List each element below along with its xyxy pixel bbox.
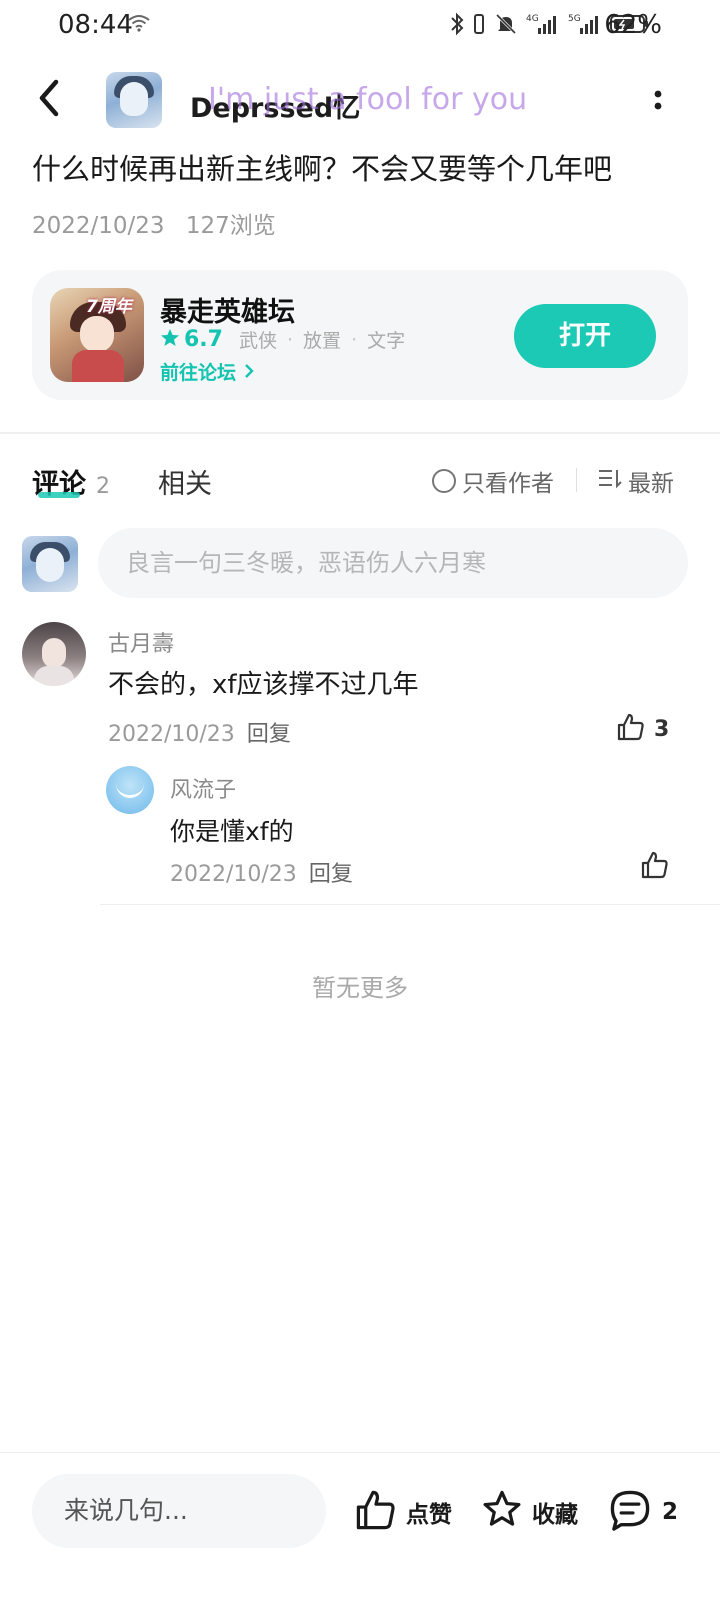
back-arrow-icon[interactable] <box>32 76 72 120</box>
forum-card[interactable]: 7周年 暴走英雄坛 6.7 武侠 · 放置 · 文字 前往论坛 打开 <box>32 270 688 400</box>
svg-text:5G: 5G <box>568 14 581 24</box>
favorite-button[interactable]: 收藏 <box>480 1488 578 1536</box>
tag-separator: · <box>287 328 294 351</box>
comment-like-count: 3 <box>654 716 670 742</box>
reply-date: 2022/10/23 <box>170 862 297 887</box>
go-to-forum-link[interactable]: 前往论坛 <box>160 358 255 385</box>
post-date: 2022/10/23 <box>32 213 165 239</box>
tab-related[interactable]: 相关 <box>158 462 212 501</box>
anniversary-badge: 7周年 <box>86 297 132 317</box>
comment-date: 2022/10/23 <box>108 722 235 747</box>
forum-rating-row: 6.7 武侠 · 放置 · 文字 <box>160 326 405 353</box>
comment-count: 2 <box>662 1499 679 1525</box>
svg-text:4G: 4G <box>526 14 539 24</box>
tab-comments-count: 2 <box>96 474 110 499</box>
reply-meta: 2022/10/23 回复 <box>170 856 353 888</box>
signal-5g-icon: 5G <box>568 12 602 40</box>
my-avatar <box>22 536 78 592</box>
sort-icon <box>598 467 628 495</box>
battery-percent: 62% <box>604 10 662 40</box>
commenter-avatar[interactable] <box>22 622 86 686</box>
post-header: Deprssed忆 I'm just a fool for you <box>0 62 720 136</box>
tag-separator: · <box>351 328 358 351</box>
reply-text: 你是懂xf的 <box>170 817 294 846</box>
comment-input[interactable] <box>98 528 688 598</box>
status-bar: 08:44 4G 5G 62% <box>0 0 720 56</box>
post-views: 127浏览 <box>185 213 276 239</box>
commenter-name[interactable]: 古月壽 <box>108 626 174 658</box>
forum-tag: 文字 <box>367 330 406 352</box>
reply-button[interactable]: 回复 <box>247 722 291 747</box>
sort-divider <box>576 468 577 492</box>
thumbs-up-icon <box>354 1488 398 1536</box>
comment-divider <box>100 904 720 905</box>
reply-button[interactable]: 回复 <box>309 862 353 887</box>
comment-bubble-icon <box>606 1488 654 1536</box>
star-outline-icon <box>480 1488 524 1536</box>
forum-score: 6.7 <box>184 327 223 352</box>
comment-text: 不会的，xf应该撑不过几年 <box>108 670 419 700</box>
sort-latest-label: 最新 <box>628 471 674 497</box>
author-only-toggle[interactable]: 只看作者 <box>432 464 554 498</box>
forum-tag: 放置 <box>303 330 342 352</box>
author-only-label: 只看作者 <box>462 471 554 497</box>
vibrate-icon <box>472 12 486 40</box>
like-label: 点赞 <box>406 1502 452 1528</box>
post-meta: 2022/10/23 127浏览 <box>32 206 276 240</box>
comments-button[interactable]: 2 <box>606 1488 678 1536</box>
thumbs-up-icon <box>616 712 646 746</box>
section-divider <box>0 432 720 434</box>
replier-name[interactable]: 风流子 <box>170 772 236 804</box>
active-tab-indicator <box>38 492 80 498</box>
more-vertical-icon[interactable] <box>652 86 664 116</box>
chevron-right-icon <box>243 362 255 384</box>
favorite-label: 收藏 <box>532 1502 578 1528</box>
go-to-forum-label: 前往论坛 <box>160 362 237 384</box>
comment-meta: 2022/10/23 回复 <box>108 716 291 748</box>
like-button[interactable]: 点赞 <box>354 1488 452 1536</box>
forum-tag: 武侠 <box>238 330 277 352</box>
username-overlay-text: I'm just a fool for you <box>208 82 528 117</box>
replier-avatar[interactable] <box>106 766 154 814</box>
bottom-bar-divider <box>0 1452 720 1453</box>
star-icon <box>160 328 180 352</box>
bottom-comment-input[interactable]: 来说几句... <box>32 1474 326 1548</box>
mute-bell-icon <box>494 12 518 40</box>
status-time: 08:44 <box>58 10 133 40</box>
thumbs-up-icon[interactable] <box>640 850 670 884</box>
comment-like-button[interactable]: 3 <box>616 712 669 746</box>
forum-app-icon: 7周年 <box>50 288 144 382</box>
sort-latest-button[interactable]: 最新 <box>598 464 674 498</box>
post-title: 什么时候再出新主线啊？不会又要等个几年吧 <box>32 152 613 186</box>
no-more-text: 暂无更多 <box>312 974 408 1002</box>
bluetooth-icon <box>450 12 464 40</box>
signal-4g-icon: 4G <box>526 12 560 40</box>
radio-circle-icon <box>432 469 456 493</box>
wifi-icon <box>128 14 150 36</box>
author-avatar[interactable] <box>106 72 162 128</box>
open-app-button[interactable]: 打开 <box>514 304 656 368</box>
forum-name: 暴走英雄坛 <box>160 297 295 328</box>
